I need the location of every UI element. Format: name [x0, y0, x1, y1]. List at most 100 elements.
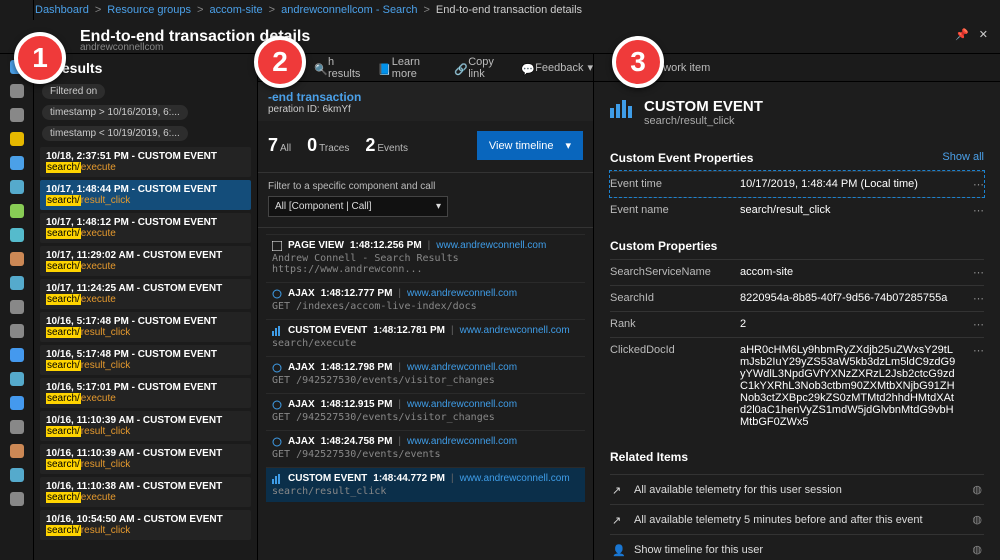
disk-icon[interactable] — [10, 180, 24, 194]
property-row: Event namesearch/result_click⋯ — [610, 197, 984, 223]
filter-pill[interactable]: timestamp > 10/16/2019, 6:... — [42, 105, 188, 120]
search-result-item[interactable]: 10/17, 11:29:02 AM - CUSTOM EVENTsearch/… — [40, 246, 251, 276]
property-row: SearchId8220954a-8b85-40f7-9d56-74b07285… — [610, 285, 984, 311]
related-item[interactable]: ↗All available telemetry 5 minutes befor… — [610, 504, 984, 534]
callout-3: 3 — [612, 36, 664, 88]
transaction-item[interactable]: AJAX1:48:12.777 PM|www.andrewconnell.com… — [266, 282, 585, 317]
clock-icon[interactable] — [10, 420, 24, 434]
related-items-list: ↗All available telemetry for this user s… — [594, 472, 1000, 560]
tag-icon[interactable] — [10, 444, 24, 458]
operation-id: peration ID: 6kmYf — [268, 104, 583, 115]
disk2-icon[interactable] — [10, 276, 24, 290]
search-result-item[interactable]: 10/16, 5:17:01 PM - CUSTOM EVENTsearch/e… — [40, 378, 251, 408]
component-filter-select[interactable]: All [Component | Call] ▾ — [268, 196, 448, 217]
more-icon[interactable]: ⋯ — [973, 344, 984, 428]
transaction-item[interactable]: AJAX1:48:12.915 PM|www.andrewconnell.com… — [266, 393, 585, 428]
search-result-item[interactable]: 10/16, 5:17:48 PM - CUSTOM EVENTsearch/r… — [40, 312, 251, 342]
section-title: Custom Properties — [610, 239, 717, 253]
stat-events[interactable]: 2Events — [365, 135, 408, 156]
monitor-icon[interactable] — [10, 348, 24, 362]
view-timeline-button[interactable]: View timeline▾ — [477, 131, 583, 160]
search-result-item[interactable]: 10/16, 11:10:39 AM - CUSTOM EVENTsearch/… — [40, 444, 251, 474]
more-icon[interactable]: ⋯ — [973, 178, 984, 191]
menu-icon[interactable] — [10, 84, 24, 98]
toolbar-copy-link[interactable]: 🔗Copy link — [454, 56, 505, 80]
search-result-item[interactable]: 10/16, 11:10:38 AM - CUSTOM EVENTsearch/… — [40, 477, 251, 507]
square-icon[interactable] — [10, 300, 24, 314]
transaction-item[interactable]: CUSTOM EVENT1:48:44.772 PM|www.andrewcon… — [266, 467, 585, 502]
page-subtitle: andrewconnellcom — [80, 42, 163, 53]
section-title: Custom Event Properties — [610, 151, 753, 165]
breadcrumb: Dashboard>Resource groups>accom-site>and… — [0, 0, 1000, 20]
transaction-list: PAGE VIEW1:48:12.256 PM|www.andrewconnel… — [258, 228, 593, 508]
transaction-panel: 🔍h results 📘Learn more 🔗Copy link 💬Feedback… — [258, 54, 594, 560]
toolbar-feedback[interactable]: 💬Feedback ▾ — [521, 61, 593, 74]
related-item[interactable]: ↗All available telemetry for this user s… — [610, 474, 984, 504]
detail-subheading: search/result_click — [644, 115, 763, 127]
close-icon[interactable]: ✕ — [979, 28, 988, 41]
more-icon[interactable]: ⋯ — [973, 204, 984, 217]
globe-icon[interactable] — [10, 156, 24, 170]
property-row: ClickedDocIdaHR0cHM6Ly9hbmRyZXdjb25uZWxs… — [610, 337, 984, 434]
star-icon[interactable] — [10, 132, 24, 146]
related-item[interactable]: 👤Show timeline for this user◍ — [610, 534, 984, 560]
chevron-down-icon: ▾ — [436, 201, 441, 212]
breadcrumb-item[interactable]: Resource groups — [107, 4, 191, 16]
search-result-item[interactable]: 10/16, 5:17:48 PM - CUSTOM EVENTsearch/r… — [40, 345, 251, 375]
props2-list: SearchServiceNameaccom-site⋯SearchId8220… — [610, 259, 984, 434]
db-icon[interactable] — [10, 204, 24, 218]
breadcrumb-item[interactable]: andrewconnellcom - Search — [281, 4, 417, 16]
props1-list: Event time10/17/2019, 1:48:44 PM (Local … — [610, 171, 984, 223]
property-row: SearchServiceNameaccom-site⋯ — [610, 259, 984, 285]
chevron-down-icon: ▾ — [565, 139, 571, 152]
property-row: Rank2⋯ — [610, 311, 984, 337]
cloud-icon[interactable] — [10, 372, 24, 386]
custom-event-icon — [610, 100, 634, 118]
callout-2: 2 — [254, 36, 306, 88]
transaction-title: -end transaction — [268, 90, 583, 104]
monitor2-icon[interactable] — [10, 396, 24, 410]
cube-icon[interactable] — [10, 252, 24, 266]
left-rail — [0, 0, 34, 560]
section-title: Related Items — [610, 450, 688, 464]
breadcrumb-item[interactable]: accom-site — [209, 4, 262, 16]
transaction-item[interactable]: CUSTOM EVENT1:48:12.781 PM|www.andrewcon… — [266, 319, 585, 354]
search-result-item[interactable]: 10/17, 1:48:12 PM - CUSTOM EVENTsearch/e… — [40, 213, 251, 243]
breadcrumb-item[interactable]: Dashboard — [35, 4, 89, 16]
breadcrumb-item: End-to-end transaction details — [436, 4, 582, 16]
detail-heading: CUSTOM EVENT — [644, 98, 763, 115]
search-result-item[interactable]: 10/17, 1:48:44 PM - CUSTOM EVENTsearch/r… — [40, 180, 251, 210]
filtered-on-label: Filtered on — [42, 84, 105, 99]
transaction-item[interactable]: AJAX1:48:24.758 PM|www.andrewconnell.com… — [266, 430, 585, 465]
more-icon[interactable]: ⋯ — [973, 318, 984, 331]
filter-label: Filter to a specific component and call — [268, 181, 583, 192]
gear-icon[interactable] — [10, 324, 24, 338]
search-results-heading: h results — [44, 60, 251, 76]
search-result-item[interactable]: 10/16, 11:10:39 AM - CUSTOM EVENTsearch/… — [40, 411, 251, 441]
search-result-item[interactable]: 10/17, 11:24:25 AM - CUSTOM EVENTsearch/… — [40, 279, 251, 309]
show-all-link[interactable]: Show all — [942, 151, 984, 165]
title-bar: End-to-end transaction details andrewcon… — [0, 20, 1000, 54]
stats-row: 7All 0Traces 2Events View timeline▾ — [258, 121, 593, 173]
transaction-item[interactable]: PAGE VIEW1:48:12.256 PM|www.andrewconnel… — [266, 234, 585, 280]
stat-traces[interactable]: 0Traces — [307, 135, 349, 156]
search-result-item[interactable]: 10/18, 2:37:51 PM - CUSTOM EVENTsearch/e… — [40, 147, 251, 177]
toolbar-h-results[interactable]: 🔍h results — [314, 56, 362, 80]
search-result-item[interactable]: 10/16, 10:54:50 AM - CUSTOM EVENTsearch/… — [40, 510, 251, 540]
toolbar-learn-more[interactable]: 📘Learn more — [378, 56, 438, 80]
event-list: 10/18, 2:37:51 PM - CUSTOM EVENTsearch/e… — [40, 147, 251, 540]
filter-pill[interactable]: timestamp < 10/19/2019, 6:... — [42, 126, 188, 141]
stat-all[interactable]: 7All — [268, 135, 291, 156]
callout-1: 1 — [14, 32, 66, 84]
grid-icon[interactable] — [10, 228, 24, 242]
details-panel: a work item CUSTOM EVENT search/result_c… — [594, 54, 1000, 560]
list-icon[interactable] — [10, 108, 24, 122]
more-icon[interactable]: ⋯ — [973, 292, 984, 305]
property-row: Event time10/17/2019, 1:48:44 PM (Local … — [610, 171, 984, 197]
pin-icon[interactable]: 📌 — [955, 28, 969, 41]
shield-icon[interactable] — [10, 468, 24, 482]
transaction-item[interactable]: AJAX1:48:12.798 PM|www.andrewconnell.com… — [266, 356, 585, 391]
more-icon[interactable]: ⋯ — [973, 266, 984, 279]
lock-icon[interactable] — [10, 492, 24, 506]
toolbar-tabs: 🔍h results 📘Learn more 🔗Copy link 💬Feedback… — [258, 54, 593, 82]
